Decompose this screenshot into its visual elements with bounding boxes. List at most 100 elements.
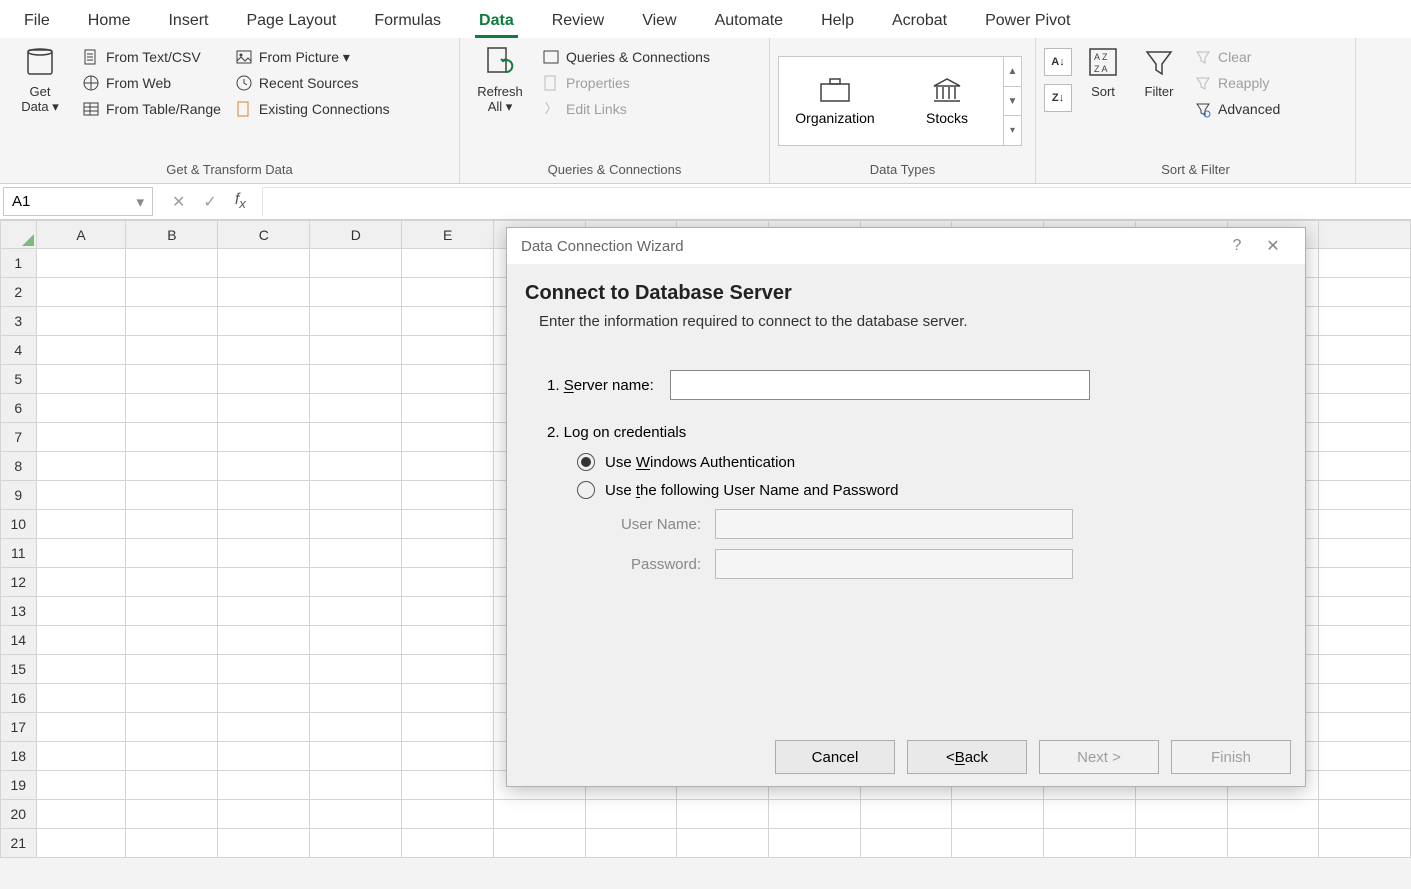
cell[interactable] <box>310 423 402 452</box>
cell[interactable] <box>36 365 126 394</box>
cell[interactable] <box>126 771 218 800</box>
cell[interactable] <box>36 394 126 423</box>
cell[interactable] <box>402 626 494 655</box>
column-header[interactable]: A <box>36 221 126 249</box>
cell[interactable] <box>585 829 677 858</box>
cell[interactable] <box>402 365 494 394</box>
cell[interactable] <box>310 452 402 481</box>
cell[interactable] <box>36 713 126 742</box>
cell[interactable] <box>36 307 126 336</box>
cell[interactable] <box>126 423 218 452</box>
sort-desc-button[interactable]: Z↓ <box>1044 84 1072 112</box>
cell[interactable] <box>402 539 494 568</box>
cell[interactable] <box>218 684 310 713</box>
cell[interactable] <box>1319 278 1411 307</box>
cell[interactable] <box>218 249 310 278</box>
row-header[interactable]: 12 <box>1 568 37 597</box>
cell[interactable] <box>1319 394 1411 423</box>
cell[interactable] <box>310 481 402 510</box>
cell[interactable] <box>1135 829 1227 858</box>
data-types-gallery[interactable]: Organization Stocks ▲ ▼ ▾ <box>778 56 1022 146</box>
cell[interactable] <box>402 423 494 452</box>
cell[interactable] <box>1044 800 1136 829</box>
row-header[interactable]: 17 <box>1 713 37 742</box>
cell[interactable] <box>36 539 126 568</box>
cell[interactable] <box>36 249 126 278</box>
row-header[interactable]: 18 <box>1 742 37 771</box>
cell[interactable] <box>218 713 310 742</box>
row-header[interactable]: 6 <box>1 394 37 423</box>
column-header[interactable]: B <box>126 221 218 249</box>
cell[interactable] <box>1319 365 1411 394</box>
cell[interactable] <box>126 800 218 829</box>
cell[interactable] <box>677 800 769 829</box>
cell[interactable] <box>310 365 402 394</box>
from-table-range-button[interactable]: From Table/Range <box>78 98 225 120</box>
cell[interactable] <box>1319 713 1411 742</box>
cell[interactable] <box>126 597 218 626</box>
cell[interactable] <box>126 655 218 684</box>
cell[interactable] <box>1227 829 1319 858</box>
cell[interactable] <box>218 336 310 365</box>
recent-sources-button[interactable]: Recent Sources <box>231 72 394 94</box>
cell[interactable] <box>36 742 126 771</box>
cell[interactable] <box>310 597 402 626</box>
cell[interactable] <box>36 452 126 481</box>
sort-dialog-button[interactable]: A ZZ A Sort <box>1078 42 1128 99</box>
cell[interactable] <box>310 394 402 423</box>
tab-review[interactable]: Review <box>548 6 608 38</box>
row-header[interactable]: 13 <box>1 597 37 626</box>
cell[interactable] <box>1319 742 1411 771</box>
row-header[interactable]: 11 <box>1 539 37 568</box>
cell[interactable] <box>402 510 494 539</box>
cell[interactable] <box>310 278 402 307</box>
name-box[interactable]: A1 ▾ <box>3 187 153 216</box>
cell[interactable] <box>36 829 126 858</box>
cell[interactable] <box>310 249 402 278</box>
row-header[interactable]: 7 <box>1 423 37 452</box>
cell[interactable] <box>402 568 494 597</box>
cell[interactable] <box>310 771 402 800</box>
row-header[interactable]: 10 <box>1 510 37 539</box>
cell[interactable] <box>310 510 402 539</box>
gallery-down[interactable]: ▼ <box>1004 87 1021 117</box>
cell[interactable] <box>310 713 402 742</box>
column-header[interactable]: D <box>310 221 402 249</box>
cell[interactable] <box>1319 510 1411 539</box>
cell[interactable] <box>402 597 494 626</box>
cell[interactable] <box>218 481 310 510</box>
cell[interactable] <box>126 452 218 481</box>
help-button[interactable]: ? <box>1219 237 1255 255</box>
cell[interactable] <box>126 568 218 597</box>
row-header[interactable]: 20 <box>1 800 37 829</box>
cell[interactable] <box>860 829 952 858</box>
cell[interactable] <box>126 336 218 365</box>
row-header[interactable]: 9 <box>1 481 37 510</box>
cell[interactable] <box>769 800 861 829</box>
cell[interactable] <box>126 742 218 771</box>
cell[interactable] <box>1319 626 1411 655</box>
tab-page-layout[interactable]: Page Layout <box>242 6 340 38</box>
cell[interactable] <box>36 423 126 452</box>
column-header[interactable]: E <box>402 221 494 249</box>
row-header[interactable]: 5 <box>1 365 37 394</box>
tab-help[interactable]: Help <box>817 6 858 38</box>
row-header[interactable]: 8 <box>1 452 37 481</box>
cell[interactable] <box>126 539 218 568</box>
tab-file[interactable]: File <box>20 6 54 38</box>
cell[interactable] <box>585 800 677 829</box>
cell[interactable] <box>126 249 218 278</box>
cell[interactable] <box>36 336 126 365</box>
row-header[interactable]: 3 <box>1 307 37 336</box>
tab-home[interactable]: Home <box>84 6 135 38</box>
tab-view[interactable]: View <box>638 6 680 38</box>
cell[interactable] <box>126 278 218 307</box>
cell[interactable] <box>769 829 861 858</box>
cell[interactable] <box>494 829 586 858</box>
data-type-stocks[interactable]: Stocks <box>891 57 1003 145</box>
tab-automate[interactable]: Automate <box>711 6 787 38</box>
cell[interactable] <box>1044 829 1136 858</box>
cell[interactable] <box>1319 684 1411 713</box>
existing-connections-button[interactable]: Existing Connections <box>231 98 394 120</box>
column-header[interactable] <box>1319 221 1411 249</box>
